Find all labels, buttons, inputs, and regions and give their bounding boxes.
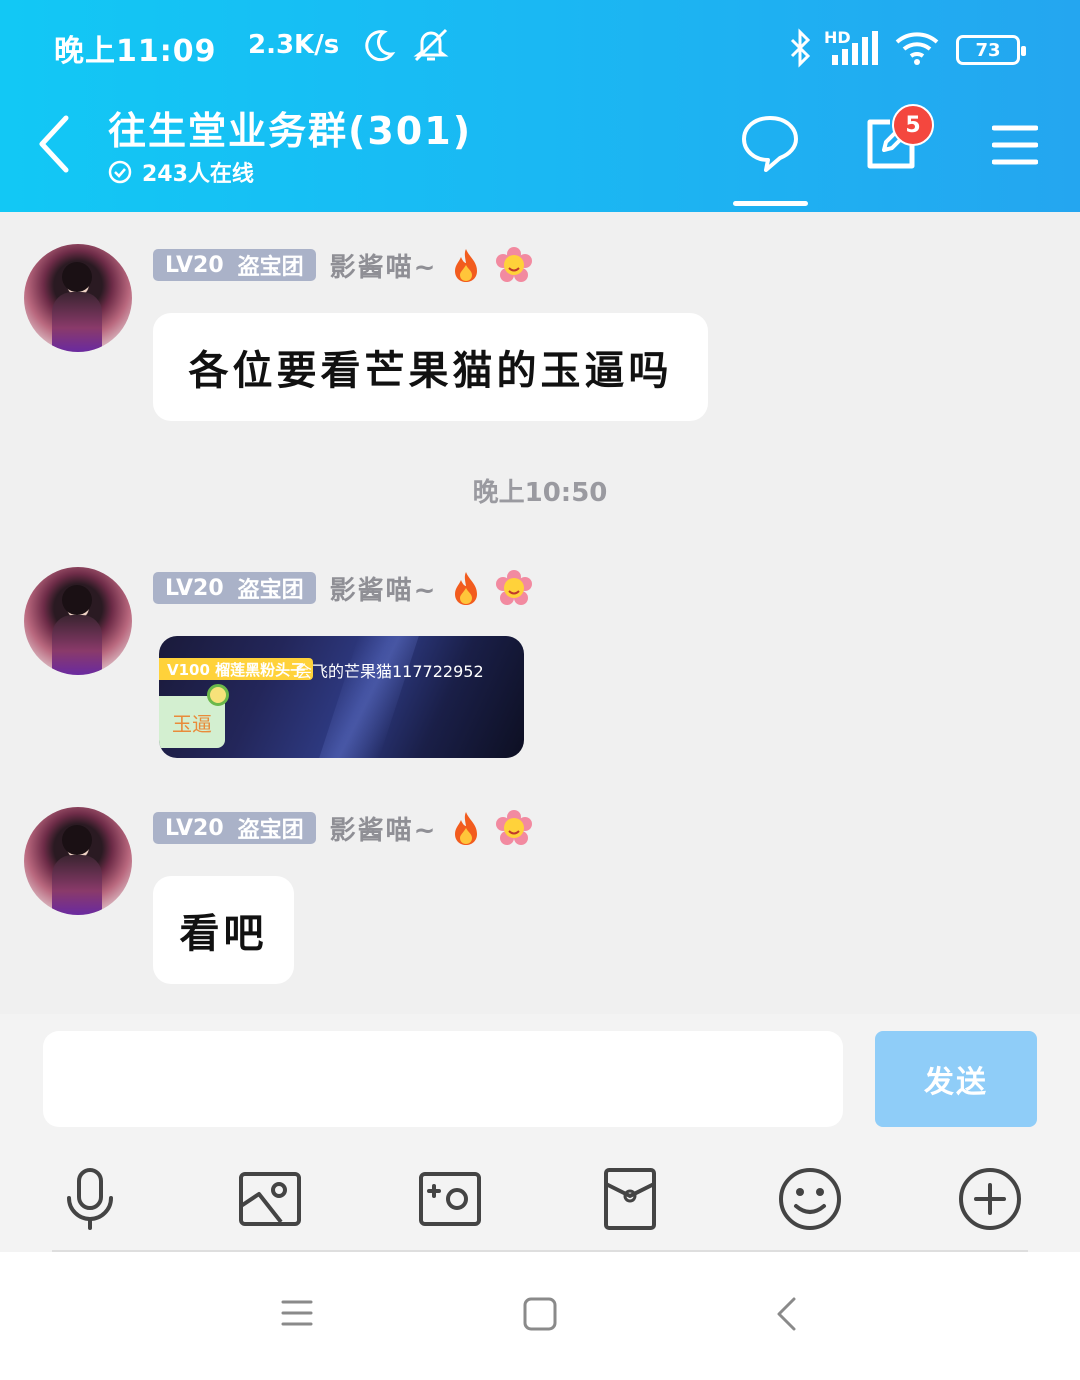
battery-level: 73 [975,39,1001,61]
emoji-icon [779,1168,841,1230]
flower-icon [496,810,533,845]
plus-icon [959,1168,1021,1230]
member-title: 盗宝团 [237,818,304,843]
level-badge: LV20 盗宝团 [153,572,316,604]
group-title[interactable]: 往生堂业务群(301) [108,100,472,155]
system-nav-bar [0,1252,1080,1380]
home-icon [523,1297,557,1331]
sender-row: LV20 盗宝团 影酱喵~ [153,809,533,847]
menu-icon [991,125,1039,165]
red-packet-icon [604,1168,656,1230]
menu-button[interactable] [991,124,1039,170]
microphone-icon [67,1168,113,1230]
avatar[interactable] [24,807,132,915]
level-text: LV20 [165,575,224,601]
sender-name[interactable]: 影酱喵~ [330,247,438,284]
level-text: LV20 [165,252,224,278]
back-icon [39,115,69,173]
chat-bubble-icon [742,116,798,172]
nav-back-button[interactable] [774,1296,800,1336]
back-nav-icon [777,1297,796,1331]
flower-icon [496,247,533,282]
online-check-icon [108,160,132,184]
more-button[interactable] [957,1166,1023,1232]
level-badge: LV20 盗宝团 [153,249,316,281]
status-right-icons: 73 [788,28,1026,72]
red-packet-button[interactable] [597,1166,663,1232]
bell-off-icon [412,26,450,68]
member-title: 盗宝团 [237,255,304,280]
member-title: 盗宝团 [237,578,304,603]
fire-icon [455,249,478,282]
notification-badge: 5 [892,104,934,146]
message-bubble[interactable]: 看吧 [153,876,294,984]
avatar[interactable] [24,244,132,352]
signal-icon [830,31,878,69]
image-message[interactable]: V100 榴莲黑粉头子 会飞的芒果猫117722952 玉逼 [159,636,524,758]
image-name: 会飞的芒果猫117722952 [296,662,484,681]
recent-apps-button[interactable] [280,1296,314,1334]
fire-icon [455,812,478,845]
camera-button[interactable] [417,1166,483,1232]
image-flower-icon [207,684,229,706]
home-button[interactable] [522,1296,558,1336]
message-input[interactable] [43,1031,843,1127]
emoji-button[interactable] [777,1166,843,1232]
level-badge: LV20 盗宝团 [153,812,316,844]
recent-apps-icon [281,1300,313,1326]
active-tab-indicator [733,201,808,206]
image-icon [239,1172,301,1226]
online-count-text: 243人在线 [142,162,254,187]
voice-button[interactable] [57,1166,123,1232]
status-time: 晚上11:09 [54,34,217,69]
status-bar: 晚上11:09 2.3K/s HD 73 [0,0,1080,90]
back-button[interactable] [34,112,74,176]
bluetooth-icon [788,28,814,72]
send-button[interactable]: 发送 [875,1031,1037,1127]
sender-name[interactable]: 影酱喵~ [330,810,438,847]
moon-icon [360,28,396,68]
sender-name[interactable]: 影酱喵~ [330,570,438,607]
flower-icon [496,570,533,605]
fire-icon [455,572,478,605]
message-bubble[interactable]: 各位要看芒果猫的玉逼吗 [153,313,708,421]
chat-tab-button[interactable] [740,114,800,178]
avatar[interactable] [24,567,132,675]
input-area: 发送 [0,1014,1080,1252]
network-speed: 2.3K/s [248,30,340,60]
sender-row: LV20 盗宝团 影酱喵~ [153,246,533,284]
image-streak [319,636,419,758]
camera-icon [419,1172,481,1226]
image-tag: V100 榴莲黑粉头子 [159,658,314,680]
level-text: LV20 [165,815,224,841]
sender-row: LV20 盗宝团 影酱喵~ [153,569,533,607]
image-button[interactable] [237,1166,303,1232]
battery-icon: 73 [956,35,1026,65]
timestamp: 晚上10:50 [472,478,608,508]
wifi-icon [894,30,940,70]
header-bar: 晚上11:09 2.3K/s HD 73 往生堂业务群(301) 243人在线 [0,0,1080,212]
online-count: 243人在线 [108,156,254,188]
